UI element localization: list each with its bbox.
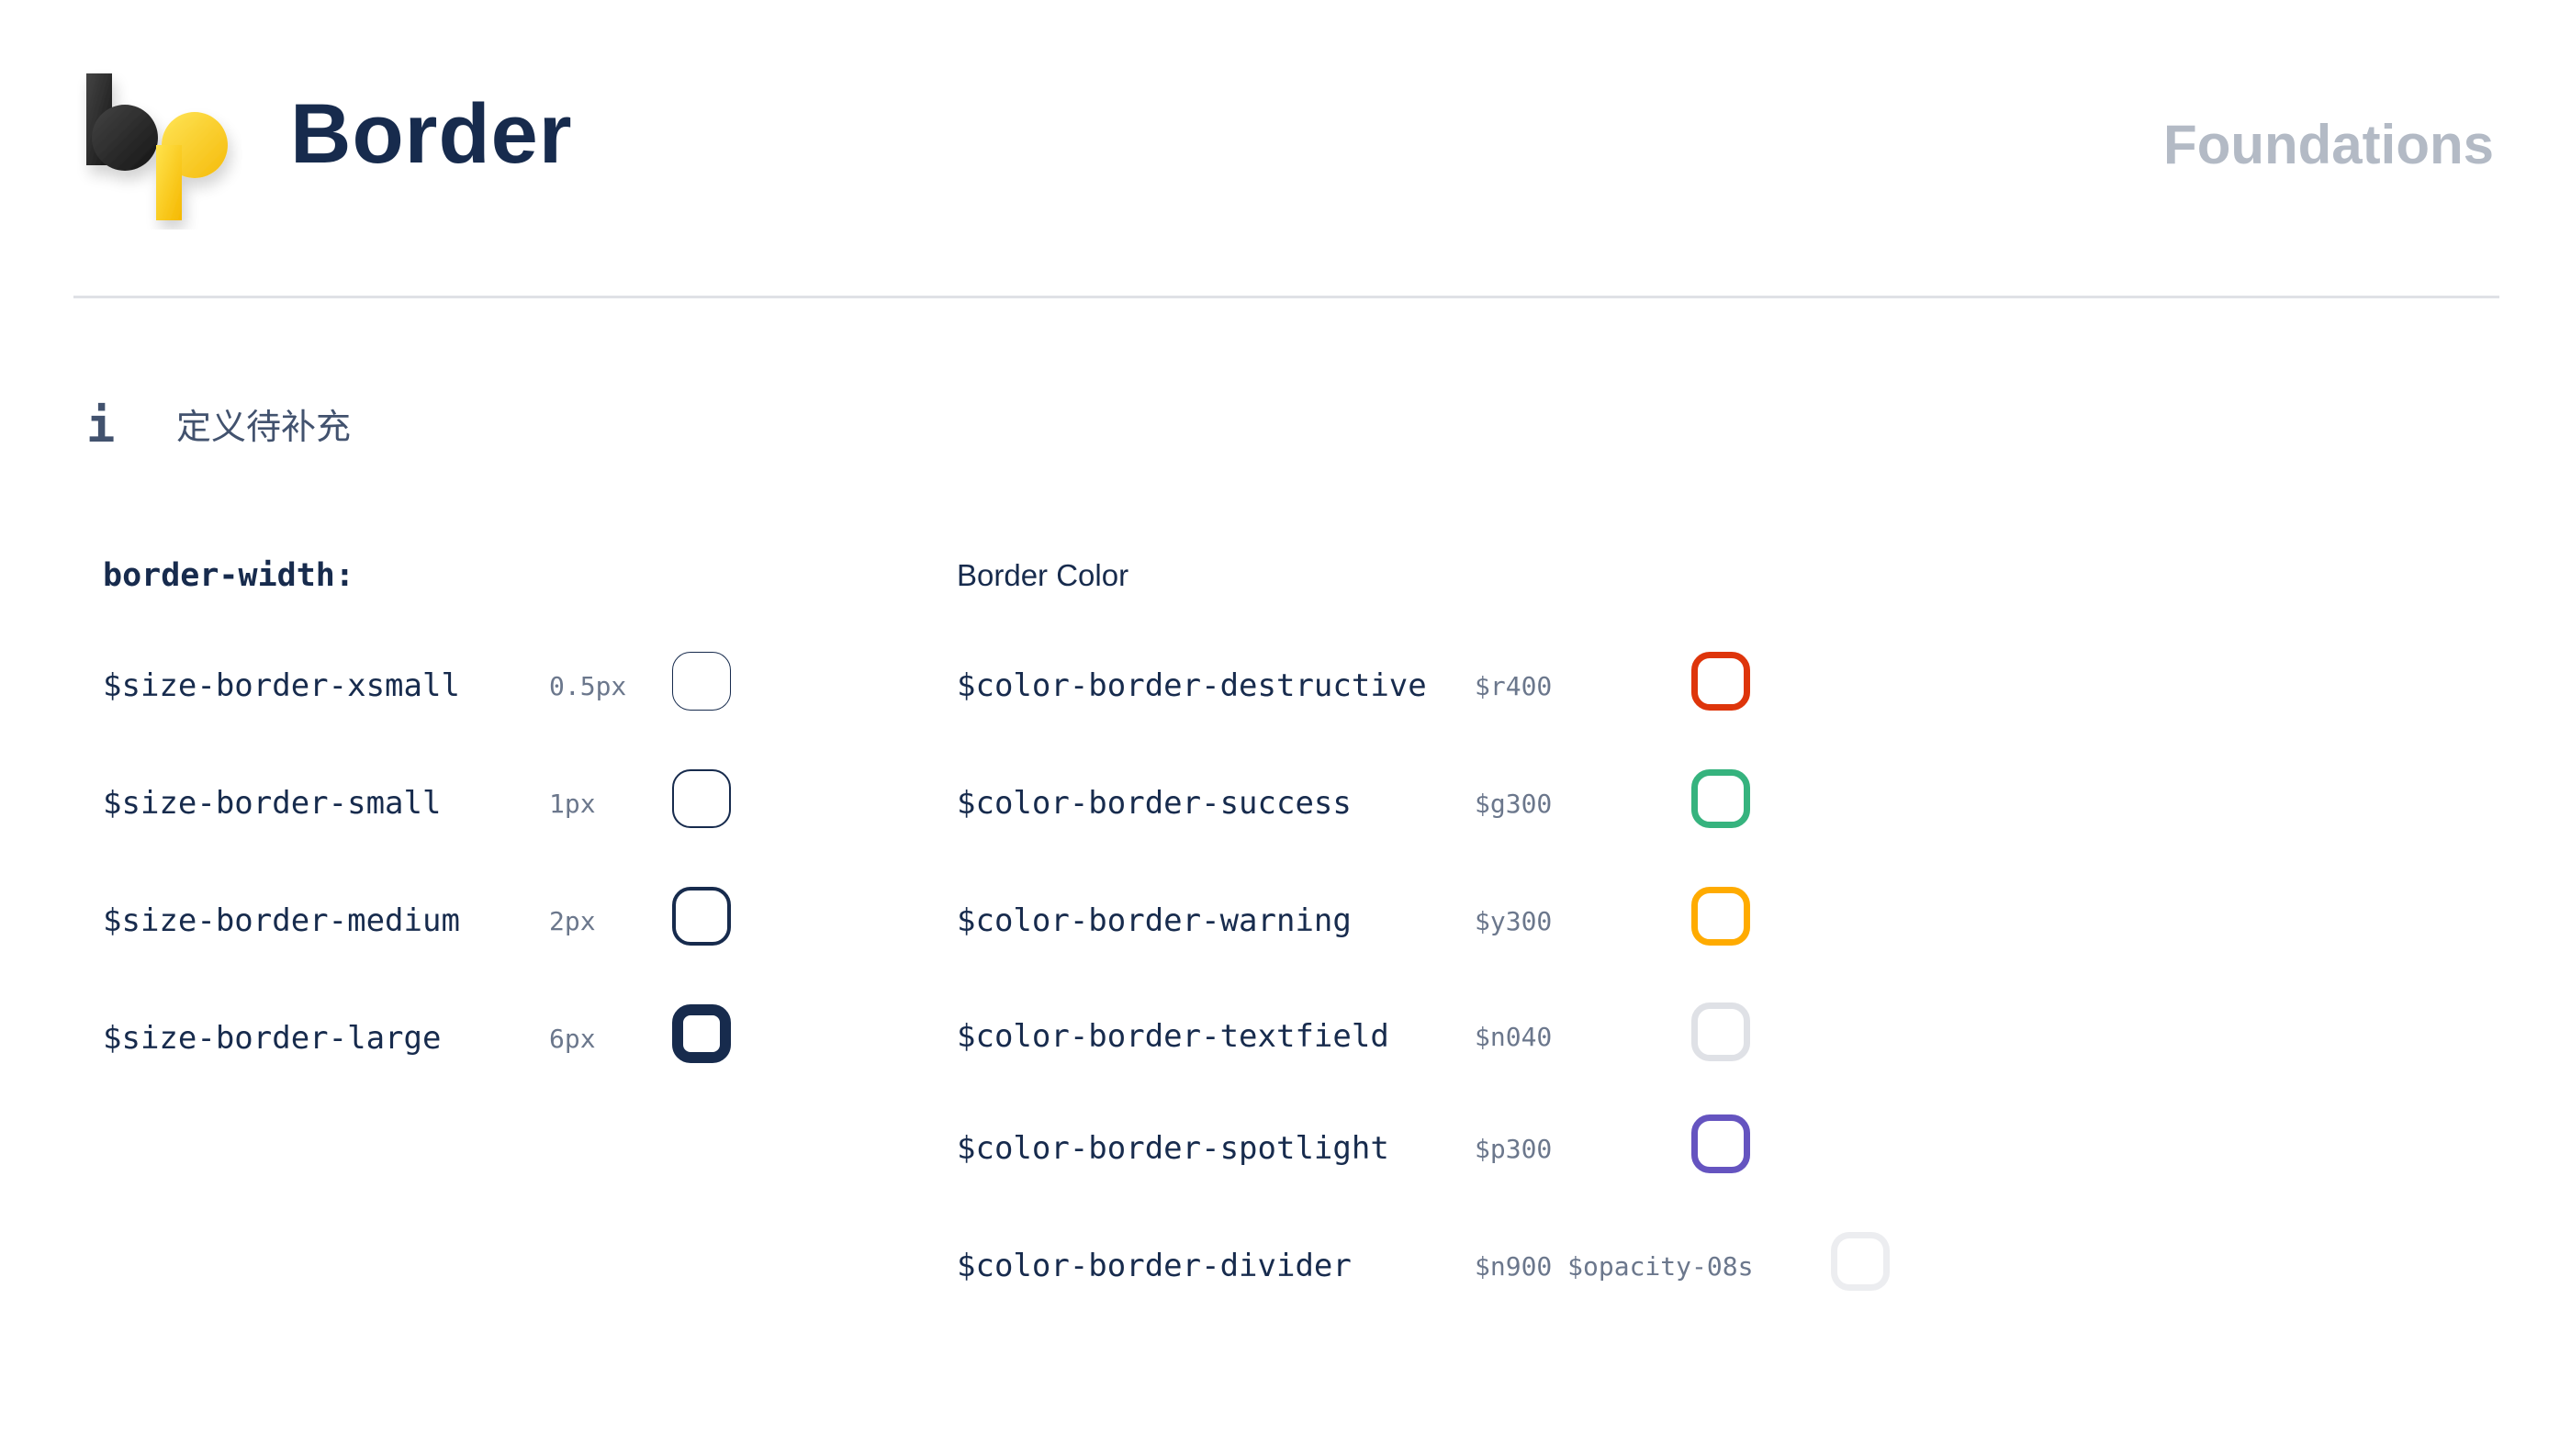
border-xsmall-swatch — [672, 652, 731, 711]
token-name: $color-border-warning — [957, 902, 1352, 939]
token-name: $size-border-xsmall — [103, 667, 460, 704]
border-small-swatch — [672, 769, 731, 828]
border-color-row: $color-border-success $g300 — [957, 769, 1967, 835]
destructive-color-swatch — [1691, 652, 1750, 711]
token-name: $size-border-medium — [103, 902, 460, 939]
token-value: $r400 — [1475, 671, 1553, 701]
spotlight-color-swatch — [1691, 1114, 1750, 1173]
section-label[interactable]: Foundations — [2163, 118, 2494, 173]
brand-logo-icon — [86, 73, 228, 220]
info-text: 定义待补充 — [176, 407, 352, 447]
token-name: $color-border-spotlight — [957, 1130, 1389, 1167]
border-width-row: $size-border-small 1px — [103, 769, 746, 835]
token-value: 6px — [549, 1024, 596, 1054]
token-value: $n900 $opacity-08s — [1475, 1251, 1754, 1282]
token-value: 2px — [549, 906, 596, 936]
success-color-swatch — [1691, 769, 1750, 828]
border-large-swatch — [672, 1004, 731, 1063]
token-name: $color-border-destructive — [957, 667, 1427, 704]
token-value: $n040 — [1475, 1022, 1553, 1052]
border-color-row: $color-border-spotlight $p300 — [957, 1114, 1967, 1181]
token-value: $p300 — [1475, 1134, 1553, 1164]
border-color-heading: Border Color — [957, 558, 1129, 592]
token-name: $color-border-textfield — [957, 1018, 1389, 1055]
token-value: 0.5px — [549, 671, 627, 701]
border-medium-swatch — [672, 887, 731, 946]
border-color-row: $color-border-warning $y300 — [957, 887, 1967, 953]
header-divider — [73, 296, 2499, 298]
textfield-color-swatch — [1691, 1002, 1750, 1061]
info-icon: i — [86, 398, 116, 454]
token-name: $size-border-small — [103, 785, 442, 822]
token-value: 1px — [549, 789, 596, 819]
border-width-heading: border-width: — [103, 557, 354, 594]
brand-logo — [77, 64, 242, 230]
border-color-row: $color-border-divider $n900 $opacity-08s — [957, 1232, 1967, 1298]
border-color-row: $color-border-destructive $r400 — [957, 652, 1967, 718]
divider-color-swatch — [1831, 1232, 1890, 1291]
border-width-row: $size-border-medium 2px — [103, 887, 746, 953]
token-name: $size-border-large — [103, 1020, 442, 1057]
token-value: $g300 — [1475, 789, 1553, 819]
token-name: $color-border-success — [957, 785, 1352, 822]
page-title: Border — [290, 87, 573, 181]
token-value: $y300 — [1475, 906, 1553, 936]
warning-color-swatch — [1691, 887, 1750, 946]
border-width-row: $size-border-xsmall 0.5px — [103, 652, 746, 718]
border-color-row: $color-border-textfield $n040 — [957, 1002, 1967, 1069]
border-width-row: $size-border-large 6px — [103, 1004, 746, 1070]
token-name: $color-border-divider — [957, 1248, 1352, 1284]
